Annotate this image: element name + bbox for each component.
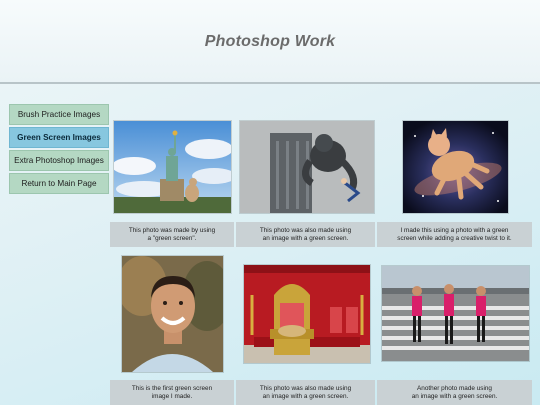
caption-gorilla-building: This photo was also made using an image w…	[236, 222, 375, 247]
caption-line: This photo was also made using	[259, 384, 352, 392]
photo-gorilla-building[interactable]	[239, 120, 375, 214]
caption-line: I made this using a photo with a green	[400, 226, 509, 234]
caption-cat-in-space: I made this using a photo with a green sc…	[377, 222, 532, 247]
photo-throne-room[interactable]	[243, 264, 371, 364]
photo-dancers-crosswalk[interactable]	[381, 265, 530, 362]
caption-smiling-man: This is the first green screen image I ma…	[110, 380, 234, 405]
photo-smiling-man[interactable]	[121, 255, 224, 373]
caption-line: image I made.	[151, 392, 193, 400]
nav-green-screen-button[interactable]: Green Screen Images	[9, 127, 109, 148]
page-header: Photoshop Work	[0, 0, 540, 84]
caption-line: an image with a green screen.	[262, 234, 349, 242]
caption-statue-of-liberty: This photo was made by using a "green scr…	[110, 222, 234, 247]
photo-statue-of-liberty[interactable]	[113, 120, 232, 214]
caption-line: Another photo made using	[417, 384, 492, 392]
caption-line: a "green screen".	[147, 234, 197, 242]
caption-line: This is the first green screen	[131, 384, 213, 392]
caption-line: This photo was also made using	[259, 226, 352, 234]
side-nav: Brush Practice Images Green Screen Image…	[9, 104, 109, 196]
caption-line: an image with a green screen.	[262, 392, 349, 400]
nav-brush-practice-button[interactable]: Brush Practice Images	[9, 104, 109, 125]
page-title: Photoshop Work	[204, 33, 336, 50]
caption-line: This photo was made by using	[128, 226, 216, 234]
caption-line: an image with a green screen.	[411, 392, 498, 400]
photo-cat-in-space[interactable]	[402, 120, 509, 214]
caption-throne-room: This photo was also made using an image w…	[236, 380, 375, 405]
caption-dancers-crosswalk: Another photo made using an image with a …	[377, 380, 532, 405]
caption-line: screen while adding a creative twist to …	[397, 234, 512, 242]
nav-return-main-button[interactable]: Return to Main Page	[9, 173, 109, 194]
nav-extra-photoshop-button[interactable]: Extra Photoshop Images	[9, 150, 109, 171]
